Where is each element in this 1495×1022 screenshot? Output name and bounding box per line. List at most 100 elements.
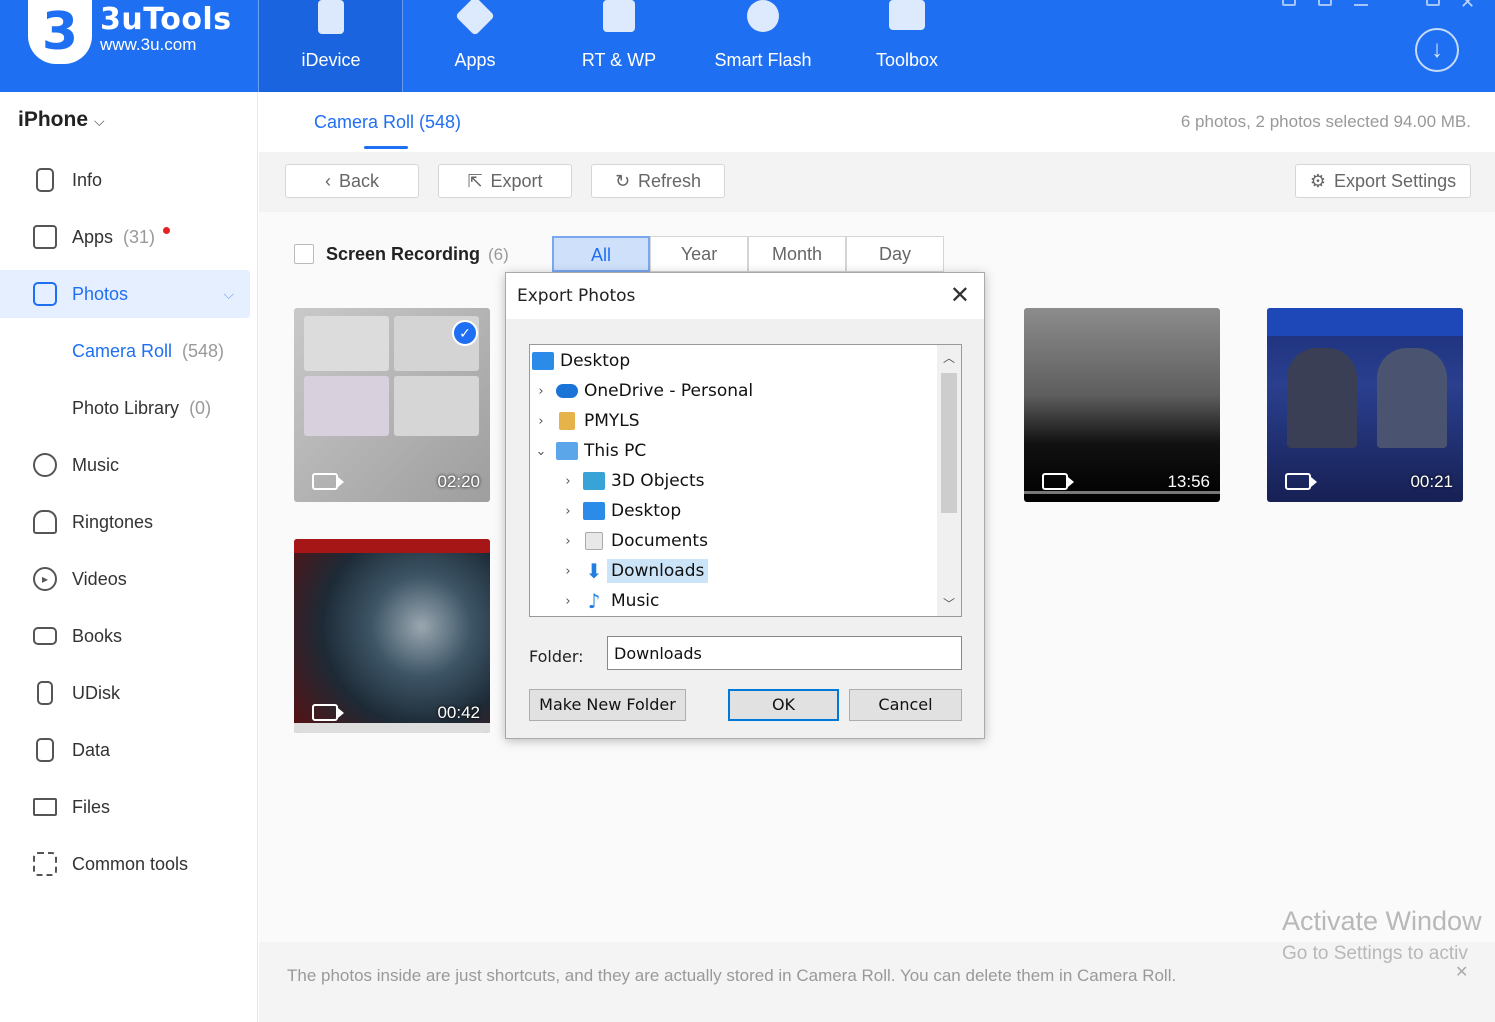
- tree-item-desktop-root[interactable]: Desktop: [532, 346, 630, 376]
- export-settings-button[interactable]: ⚙ Export Settings: [1295, 164, 1471, 198]
- nav-tab-idevice[interactable]: iDevice: [259, 0, 403, 92]
- refresh-button[interactable]: ↻ Refresh: [591, 164, 725, 198]
- cloud-icon: [556, 384, 578, 398]
- window-close-icon[interactable]: ✕: [1460, 0, 1475, 13]
- export-icon: ⇱: [467, 170, 483, 191]
- window-menu-icon[interactable]: [1354, 0, 1368, 6]
- chevron-down-icon: ⌵: [223, 285, 234, 302]
- thumb-card: [394, 376, 479, 436]
- sidebar-item-camera-roll[interactable]: Camera Roll (548): [0, 327, 250, 375]
- make-new-folder-button[interactable]: Make New Folder: [529, 689, 686, 721]
- sidebar-item-books[interactable]: Books: [0, 612, 250, 660]
- tab-camera-roll[interactable]: Camera Roll (548): [314, 112, 461, 133]
- ok-button[interactable]: OK: [728, 689, 839, 721]
- chevron-right-icon[interactable]: ›: [561, 504, 575, 519]
- tree-item-onedrive[interactable]: › OneDrive - Personal: [534, 376, 753, 406]
- info-icon: [36, 168, 54, 192]
- chevron-right-icon[interactable]: ›: [561, 594, 575, 609]
- toolbox-icon: [889, 0, 925, 30]
- tab-bar: Camera Roll (548) 6 photos, 2 photos sel…: [259, 92, 1495, 152]
- sidebar-item-udisk[interactable]: UDisk: [0, 669, 250, 717]
- sidebar-item-files[interactable]: Files: [0, 783, 250, 831]
- video-thumbnail[interactable]: 13:56: [1024, 308, 1220, 502]
- window-maximize-icon[interactable]: [1426, 0, 1440, 6]
- device-selector[interactable]: iPhone ⌵: [18, 108, 105, 132]
- tree-item-3d-objects[interactable]: › 3D Objects: [561, 466, 704, 496]
- segment-day[interactable]: Day: [846, 236, 944, 272]
- chevron-right-icon[interactable]: ›: [561, 474, 575, 489]
- thumb-person: [1377, 348, 1447, 448]
- active-tab-indicator: [364, 146, 408, 149]
- music-icon: [33, 453, 57, 477]
- tree-item-this-pc[interactable]: ⌄ This PC: [534, 436, 647, 466]
- window-feedback-icon[interactable]: [1318, 0, 1332, 6]
- tree-item-pmyls[interactable]: › PMYLS: [534, 406, 639, 436]
- folder-tree[interactable]: Desktop › OneDrive - Personal › PMYLS ⌄ …: [529, 344, 962, 617]
- udisk-icon: [37, 681, 53, 705]
- scroll-up-icon[interactable]: ︿: [937, 349, 961, 366]
- chevron-right-icon[interactable]: ›: [534, 384, 548, 399]
- video-thumbnail[interactable]: ✓ 02:20: [294, 308, 490, 502]
- brand: 3uTools www.3u.com: [100, 2, 232, 55]
- video-camera-icon: [1285, 473, 1317, 490]
- gear-icon: ⚙: [1309, 170, 1327, 191]
- tree-item-desktop[interactable]: › Desktop: [561, 496, 681, 526]
- tree-item-music[interactable]: › ♪ Music: [561, 586, 659, 616]
- chevron-right-icon[interactable]: ›: [534, 414, 548, 429]
- user-folder-icon: [559, 412, 575, 430]
- thumb-banner: [1267, 308, 1463, 336]
- music-note-icon: ♪: [587, 589, 601, 613]
- data-icon: [36, 738, 54, 762]
- nav-tab-apps[interactable]: Apps: [403, 0, 547, 92]
- video-thumbnail[interactable]: 00:42: [294, 539, 490, 733]
- sidebar-item-info[interactable]: Info: [0, 156, 250, 204]
- chevron-right-icon[interactable]: ›: [561, 564, 575, 579]
- nav-tab-rt-wp[interactable]: RT & WP: [547, 0, 691, 92]
- nav-tab-smart-flash[interactable]: Smart Flash: [691, 0, 835, 92]
- back-button[interactable]: ‹ Back: [285, 164, 419, 198]
- grid-icon: [33, 852, 57, 876]
- sidebar-item-apps[interactable]: Apps (31): [0, 213, 250, 261]
- download-icon[interactable]: ↓: [1415, 28, 1459, 72]
- cancel-button[interactable]: Cancel: [849, 689, 962, 721]
- photos-icon: [33, 282, 57, 306]
- thumb-person: [1287, 348, 1357, 448]
- scroll-down-icon[interactable]: ﹀: [937, 595, 961, 612]
- sidebar-item-music[interactable]: Music: [0, 441, 250, 489]
- folder-label: Folder:: [529, 647, 584, 666]
- scroll-thumb[interactable]: [941, 373, 957, 513]
- sidebar-item-videos[interactable]: ▸ Videos: [0, 555, 250, 603]
- computer-icon: [556, 442, 578, 460]
- dialog-title-bar: Export Photos ✕: [506, 273, 984, 319]
- sidebar-item-ringtones[interactable]: Ringtones: [0, 498, 250, 546]
- folder-input[interactable]: [607, 636, 962, 670]
- sidebar-item-photos[interactable]: Photos ⌵: [0, 270, 250, 318]
- cube-icon: [583, 472, 605, 490]
- screen-recording-checkbox[interactable]: [294, 244, 314, 264]
- app-name: 3uTools: [100, 2, 232, 37]
- nav-tab-toolbox[interactable]: Toolbox: [835, 0, 979, 92]
- segment-year[interactable]: Year: [650, 236, 748, 272]
- close-icon[interactable]: ✕: [950, 281, 970, 309]
- activation-watermark: Activate Window Go to Settings to activ: [1282, 906, 1482, 964]
- close-icon[interactable]: ✕: [1455, 962, 1468, 982]
- desktop-folder-icon: [583, 502, 605, 520]
- segment-all[interactable]: All: [552, 236, 650, 272]
- sidebar-item-photo-library[interactable]: Photo Library (0): [0, 384, 250, 432]
- segment-month[interactable]: Month: [748, 236, 846, 272]
- sidebar-item-common-tools[interactable]: Common tools: [0, 840, 250, 888]
- tree-scrollbar[interactable]: ︿ ﹀: [937, 345, 961, 616]
- music-note-icon: [603, 0, 635, 32]
- chevron-down-icon[interactable]: ⌄: [534, 444, 548, 459]
- window-skin-icon[interactable]: [1282, 0, 1296, 6]
- app-url: www.3u.com: [100, 35, 197, 54]
- chevron-right-icon[interactable]: ›: [561, 534, 575, 549]
- video-thumbnail[interactable]: 00:21: [1267, 308, 1463, 502]
- tree-item-downloads[interactable]: › ⬇ Downloads: [561, 556, 709, 586]
- selected-check-icon[interactable]: ✓: [452, 320, 478, 346]
- export-photos-dialog: Export Photos ✕ Desktop › OneDrive - Per…: [505, 272, 985, 739]
- sidebar-item-data[interactable]: Data: [0, 726, 250, 774]
- export-button[interactable]: ⇱ Export: [438, 164, 572, 198]
- tree-item-documents[interactable]: › Documents: [561, 526, 708, 556]
- app-logo: 3: [28, 0, 92, 64]
